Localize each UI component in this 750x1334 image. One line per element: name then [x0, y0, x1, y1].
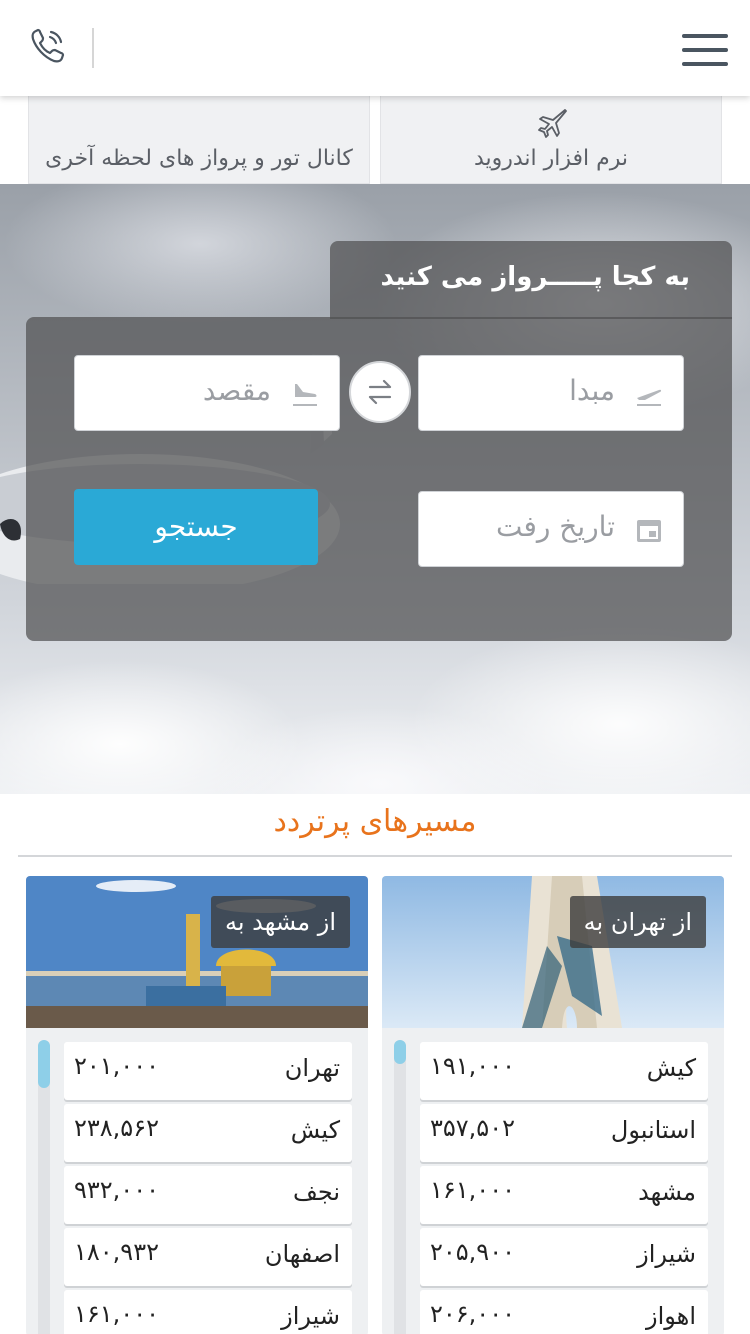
popular-routes-title: مسیرهای پرتردد [273, 804, 477, 839]
destination-field[interactable]: مقصد [74, 355, 340, 431]
route-card-tehran: از تهران به کیش ۱۹۱,۰۰۰ استانبول ۳۵۷,۵۰۲… [382, 876, 724, 1334]
phone-icon[interactable] [28, 26, 68, 66]
airplane-icon [538, 109, 567, 138]
origin-placeholder: مبدا [569, 374, 615, 407]
route-price: ۱۹۱,۰۰۰ [430, 1052, 515, 1080]
android-app-link[interactable]: نرم افزار اندروید [380, 96, 722, 184]
route-city: کیش [290, 1116, 340, 1144]
route-city: شیراز [281, 1302, 340, 1330]
channel-label: کانال تور و پرواز های لحظه آخری [45, 146, 353, 171]
scrollbar-thumb[interactable] [394, 1040, 406, 1064]
route-row[interactable]: نجف ۹۳۲,۰۰۰ [64, 1166, 352, 1224]
route-row[interactable]: کیش ۱۹۱,۰۰۰ [420, 1042, 708, 1100]
hamburger-menu-icon[interactable] [682, 34, 728, 68]
route-row[interactable]: تهران ۲۰۱,۰۰۰ [64, 1042, 352, 1100]
android-app-label: نرم افزار اندروید [473, 146, 629, 171]
departure-date-field[interactable]: تاریخ رفت [418, 491, 684, 567]
route-price: ۲۰۱,۰۰۰ [74, 1052, 159, 1080]
route-price: ۲۰۶,۰۰۰ [430, 1300, 515, 1328]
takeoff-icon [637, 389, 662, 406]
origin-tag: از تهران به [569, 896, 706, 948]
route-price: ۹۳۲,۰۰۰ [74, 1176, 159, 1204]
route-price: ۱۶۱,۰۰۰ [74, 1300, 159, 1328]
route-row[interactable]: اصفهان ۱۸۰,۹۳۲ [64, 1228, 352, 1286]
route-row[interactable]: کیش ۲۳۸,۵۶۲ [64, 1104, 352, 1162]
route-price: ۲۳۸,۵۶۲ [74, 1114, 159, 1142]
calendar-icon [637, 520, 661, 542]
search-button[interactable]: جستجو [74, 489, 318, 565]
route-city: مشهد [638, 1178, 696, 1206]
route-row[interactable]: اهواز ۲۰۶,۰۰۰ [420, 1290, 708, 1334]
route-city: نجف [292, 1178, 340, 1206]
section-divider [18, 855, 732, 857]
swap-arrows-icon [368, 379, 392, 405]
route-row[interactable]: مشهد ۱۶۱,۰۰۰ [420, 1166, 708, 1224]
landing-icon [293, 384, 317, 406]
swap-button[interactable] [349, 361, 411, 423]
route-price: ۱۶۱,۰۰۰ [430, 1176, 515, 1204]
route-price: ۲۰۵,۹۰۰ [430, 1238, 515, 1266]
route-price: ۳۵۷,۵۰۲ [430, 1114, 515, 1142]
hero-banner: به کجا پـــــرواز می کنید مبدا مقصد تاری… [0, 184, 750, 794]
route-city: شیراز [637, 1240, 696, 1268]
destination-placeholder: مقصد [202, 374, 271, 407]
route-card-mashhad: از مشهد به تهران ۲۰۱,۰۰۰ کیش ۲۳۸,۵۶۲ نجف… [26, 876, 368, 1334]
search-title: به کجا پـــــرواز می کنید [380, 262, 690, 292]
departure-date-placeholder: تاریخ رفت [495, 510, 615, 543]
route-row[interactable]: شیراز ۱۶۱,۰۰۰ [64, 1290, 352, 1334]
route-city: اصفهان [264, 1240, 340, 1268]
scrollbar-track[interactable] [394, 1040, 406, 1334]
route-city: تهران [284, 1054, 340, 1082]
route-row[interactable]: شیراز ۲۰۵,۹۰۰ [420, 1228, 708, 1286]
route-city: اهواز [646, 1302, 696, 1330]
origin-tag: از مشهد به [211, 896, 350, 948]
scrollbar-track[interactable] [38, 1040, 50, 1334]
route-city: کیش [646, 1054, 696, 1082]
origin-field[interactable]: مبدا [418, 355, 684, 431]
app-header [0, 0, 750, 96]
scrollbar-thumb[interactable] [38, 1040, 50, 1088]
route-row[interactable]: استانبول ۳۵۷,۵۰۲ [420, 1104, 708, 1162]
last-minute-channel-link[interactable]: کانال تور و پرواز های لحظه آخری [28, 96, 370, 184]
header-divider [92, 28, 94, 68]
route-price: ۱۸۰,۹۳۲ [74, 1238, 159, 1266]
route-city: استانبول [610, 1116, 696, 1144]
